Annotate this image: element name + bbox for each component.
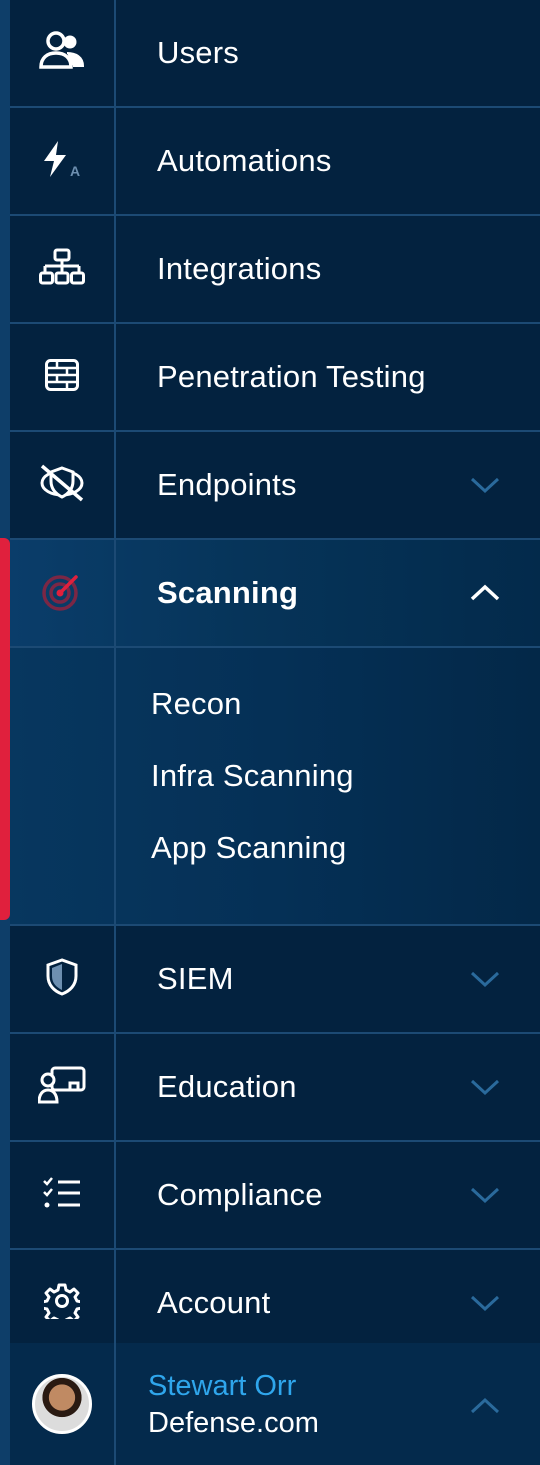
- shield-icon: [45, 957, 79, 1001]
- sidebar-item-label: Endpoints: [157, 467, 297, 502]
- sidebar-item-label: Penetration Testing: [157, 359, 426, 394]
- sidebar-item-label: Users: [157, 35, 239, 70]
- firewall-brick-icon: [45, 358, 79, 396]
- user-name: Stewart Orr: [148, 1370, 297, 1402]
- user-profile-menu[interactable]: Stewart Orr Defense.com: [10, 1343, 540, 1465]
- sidebar-item-label: Education: [157, 1069, 297, 1104]
- sidebar-item-automations[interactable]: A Automations: [10, 108, 540, 216]
- sidebar-item-siem[interactable]: SIEM: [10, 926, 540, 1034]
- users-icon: [39, 30, 85, 76]
- sidebar-item-label: Scanning: [157, 575, 299, 610]
- chevron-up-icon[interactable]: [468, 1391, 502, 1421]
- submenu-item-recon[interactable]: Recon: [151, 686, 242, 722]
- sidebar-item-label: Automations: [157, 143, 332, 178]
- sidebar-nav: Users A Automations Integrations Penetra…: [10, 0, 540, 1358]
- education-presenter-icon: [37, 1066, 86, 1109]
- network-hierarchy-icon: [39, 248, 85, 291]
- chevron-up-icon[interactable]: [468, 578, 502, 608]
- sidebar-item-endpoints[interactable]: Endpoints: [10, 432, 540, 540]
- gear-icon: [40, 1283, 84, 1326]
- chevron-down-icon[interactable]: [468, 1180, 502, 1210]
- sidebar-item-scanning[interactable]: Scanning: [10, 540, 540, 648]
- sidebar-item-penetration-testing[interactable]: Penetration Testing: [10, 324, 540, 432]
- radar-scan-icon: [42, 571, 82, 616]
- user-company: Defense.com: [148, 1407, 319, 1439]
- svg-text:A: A: [70, 163, 80, 179]
- sidebar-item-users[interactable]: Users: [10, 0, 540, 108]
- sidebar-item-label: Account: [157, 1285, 271, 1320]
- scanning-submenu: Recon Infra Scanning App Scanning: [10, 648, 540, 926]
- chevron-down-icon[interactable]: [468, 1288, 502, 1318]
- chevron-down-icon[interactable]: [468, 1072, 502, 1102]
- sidebar-item-education[interactable]: Education: [10, 1034, 540, 1142]
- submenu-item-infra-scanning[interactable]: Infra Scanning: [151, 758, 354, 794]
- active-section-indicator: [0, 538, 10, 920]
- submenu-item-app-scanning[interactable]: App Scanning: [151, 830, 346, 866]
- chevron-down-icon[interactable]: [468, 964, 502, 994]
- avatar: [32, 1374, 92, 1434]
- sidebar-item-label: Integrations: [157, 251, 322, 286]
- automation-bolt-icon: A: [40, 139, 84, 184]
- checklist-icon: [42, 1176, 82, 1215]
- sidebar-item-compliance[interactable]: Compliance: [10, 1142, 540, 1250]
- sidebar-item-integrations[interactable]: Integrations: [10, 216, 540, 324]
- endpoint-shield-icon: [38, 462, 86, 509]
- sidebar-item-label: Compliance: [157, 1177, 323, 1212]
- sidebar-item-account[interactable]: Account: [10, 1250, 540, 1358]
- chevron-down-icon[interactable]: [468, 470, 502, 500]
- sidebar-item-label: SIEM: [157, 961, 234, 996]
